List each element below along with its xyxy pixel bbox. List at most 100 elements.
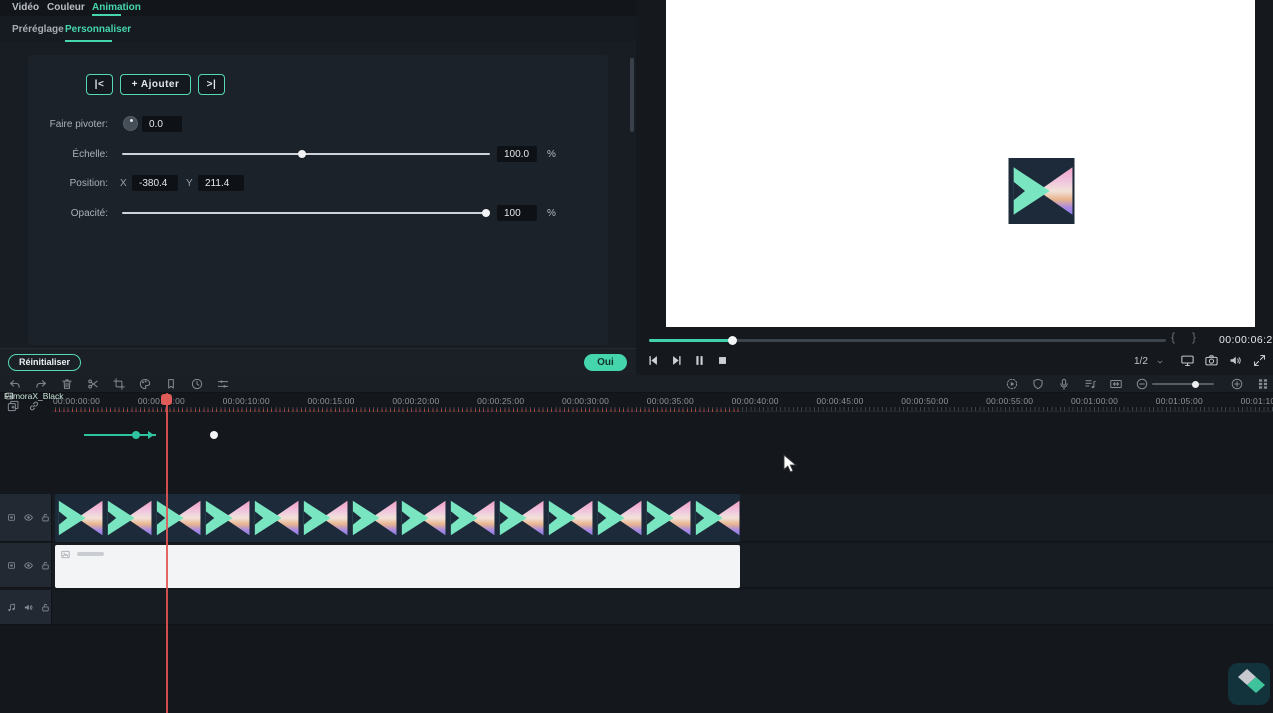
clip-thumbnail [251,494,300,542]
animation-custom-panel: |< + Ajouter >| Faire pivoter: Échelle: … [28,55,608,345]
inspector-panel: Vidéo Couleur Animation Préréglage Perso… [0,0,636,375]
camera-icon[interactable] [1204,353,1219,368]
preview-panel: { } 00:00:06:20 1/2 [636,0,1273,375]
inspector-scrollbar[interactable] [630,58,634,132]
zoom-in-icon[interactable] [1230,377,1244,391]
clip-thumbnail [104,494,153,542]
reset-button[interactable]: Réinitialiser [8,354,81,371]
inspector-tab-bar: Vidéo Couleur Animation [0,0,636,16]
audio-track-1-lane[interactable] [0,590,1273,625]
crop-icon[interactable] [112,377,126,391]
position-x-input[interactable] [132,175,178,191]
lock-icon[interactable] [40,511,51,524]
bookmark-icon[interactable] [164,377,178,391]
step-back-icon[interactable] [646,353,661,368]
keyframe-dot-end[interactable] [210,431,218,439]
film-icon[interactable] [6,559,17,572]
timeline-ruler[interactable]: 00:00:00:0000:00:05:0000:00:10:0000:00:1… [52,393,1273,412]
mark-out-button[interactable]: } [1192,330,1196,344]
eye-icon[interactable] [23,559,34,572]
timeline-area: 00:00:00:0000:00:05:0000:00:10:0000:00:1… [0,393,1273,713]
ruler-timestamp: 00:00:35:00 [647,396,694,406]
ruler-timestamp: 00:00:15:00 [307,396,354,406]
pause-icon[interactable] [692,353,707,368]
link-icon[interactable] [27,399,41,413]
keyframe-arrow [148,431,154,439]
adjust-icon[interactable] [216,377,230,391]
scale-slider-handle[interactable] [298,150,306,158]
speaker-icon[interactable] [23,601,34,614]
fit-icon[interactable] [1109,377,1123,391]
undo-icon[interactable] [8,377,22,391]
shield-icon[interactable] [1031,377,1045,391]
prev-keyframe-button[interactable]: |< [86,74,113,95]
timeline-toolbar [0,375,1273,393]
speaker-icon[interactable] [1228,353,1243,368]
duplicate-icon[interactable] [6,399,20,413]
film-icon[interactable] [6,511,17,524]
timeline-toolbar-left [8,377,230,391]
playhead-line [166,393,168,713]
playhead-handle[interactable] [161,394,172,405]
preview-timecode: 00:00:06:20 [1219,334,1273,346]
mark-in-button[interactable]: { [1171,330,1175,344]
scale-label: Échelle: [48,149,108,160]
redo-icon[interactable] [34,377,48,391]
white-clip[interactable] [55,545,740,588]
preview-canvas[interactable] [666,0,1255,327]
tab-animation[interactable]: Animation [92,2,141,13]
playback-quality-selector[interactable]: 1/2 [1134,356,1148,367]
zoom-out-icon[interactable] [1135,377,1149,391]
microphone-icon[interactable] [1057,377,1071,391]
position-y-input[interactable] [198,175,244,191]
rotate-value-input[interactable] [142,116,182,132]
tab-couleur[interactable]: Couleur [47,2,85,13]
lock-icon[interactable] [40,601,51,614]
seek-progress-fill [649,339,732,342]
render-icon[interactable] [1005,377,1019,391]
step-forward-icon[interactable] [669,353,684,368]
trash-icon[interactable] [60,377,74,391]
ruler-timestamp: 00:01:10:00 [1241,396,1273,406]
tab-video[interactable]: Vidéo [12,2,39,13]
clip-thumbnail [55,494,104,542]
subtab-personnaliser[interactable]: Personnaliser [65,24,131,35]
ruler-timestamp: 00:00:55:00 [986,396,1033,406]
scale-value-input[interactable] [497,146,537,162]
palette-icon[interactable] [138,377,152,391]
add-keyframe-button[interactable]: + Ajouter [120,74,191,95]
position-label: Position: [48,178,108,189]
video-track-1-header [0,494,52,541]
clip-logo-image[interactable] [1008,158,1075,224]
lock-icon[interactable] [40,559,51,572]
preview-seek-bar[interactable] [649,339,1166,342]
monitor-icon[interactable] [1180,353,1195,368]
inspector-subtab-bar: Préréglage Personnaliser [0,16,636,42]
expand-icon[interactable] [1252,353,1267,368]
note-icon[interactable] [6,601,17,614]
clip-thumbnail [594,494,643,542]
timeline-zoom-handle[interactable] [1192,381,1199,388]
eye-icon[interactable] [23,511,34,524]
video-clip[interactable] [55,494,740,542]
chevron-down-icon[interactable] [1155,357,1165,367]
keyframe-dot-start[interactable] [132,431,140,439]
scale-slider[interactable] [122,153,490,155]
seek-handle[interactable] [728,336,737,345]
ruler-timestamp: 00:00:25:00 [477,396,524,406]
mixer-icon[interactable] [1083,377,1097,391]
rotate-knob[interactable] [123,116,138,131]
stop-icon[interactable] [715,353,730,368]
opacity-value-input[interactable] [497,205,537,221]
opacity-slider-handle[interactable] [482,209,490,217]
scissors-icon[interactable] [86,377,100,391]
subtab-prereglage[interactable]: Préréglage [12,24,64,35]
opacity-slider[interactable] [122,212,490,214]
clock-icon[interactable] [190,377,204,391]
position-y-label: Y [186,178,193,189]
unrendered-indicator [55,409,740,412]
next-keyframe-button[interactable]: >| [198,74,225,95]
tracks-icon[interactable] [1256,377,1270,391]
ok-button[interactable]: Oui [584,354,627,371]
timeline-zoom-slider[interactable] [1152,383,1214,385]
